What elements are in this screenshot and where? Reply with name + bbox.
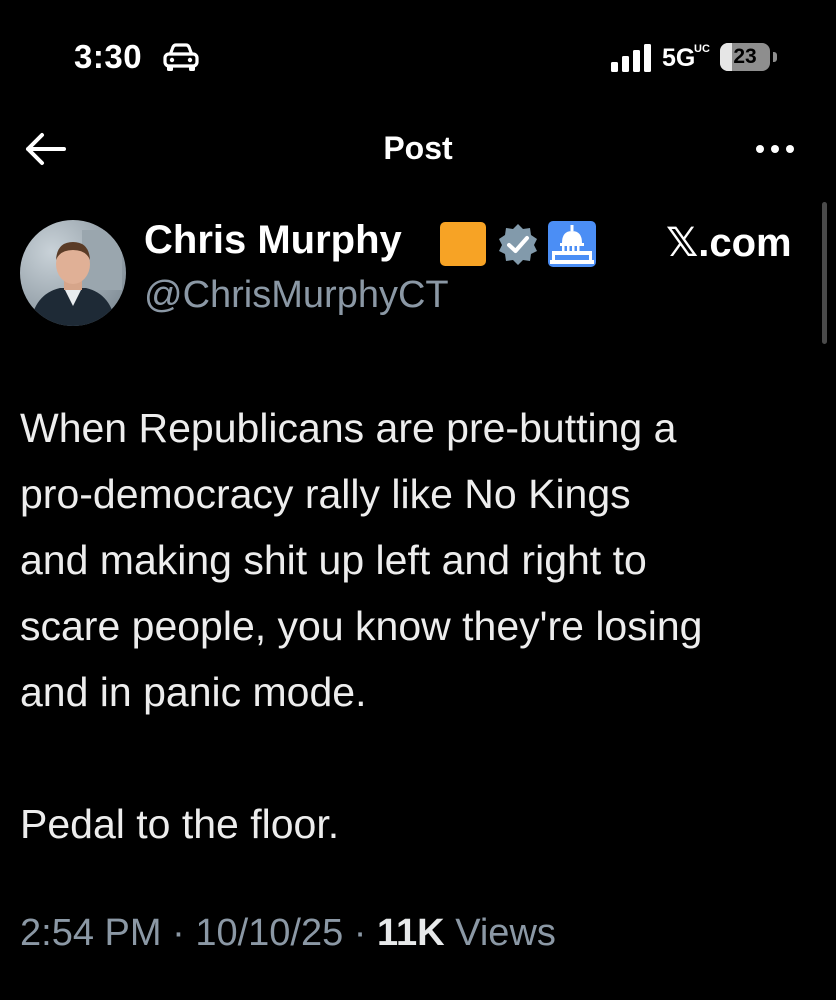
post-text-line: When Republicans are pre-butting a: [20, 405, 677, 451]
post-text-line: pro-democracy rally like No Kings: [20, 471, 631, 517]
capitol-icon: [548, 221, 596, 267]
author-name[interactable]: Chris Murphy: [144, 218, 402, 263]
source-label: 𝕏.com: [666, 221, 792, 265]
post-text-line: and in panic mode.: [20, 669, 367, 715]
battery-indicator: 23: [720, 43, 770, 71]
post-closing-line: Pedal to the floor.: [20, 801, 340, 847]
post-date: 10/10/25: [195, 912, 344, 954]
views-label: Views: [455, 912, 556, 954]
signal-icon: [611, 44, 651, 72]
page-title: Post: [383, 130, 453, 166]
meta-separator: ·: [353, 912, 367, 954]
avatar[interactable]: [20, 220, 126, 326]
more-icon[interactable]: [750, 132, 800, 166]
post-text-line: scare people, you know they're losing: [20, 603, 703, 649]
author-handle[interactable]: @ChrisMurphyCT: [144, 274, 449, 317]
status-time: 3:30: [74, 38, 143, 75]
status-bar: 3:30 5G UC 23: [0, 0, 836, 110]
network-uc-label: UC: [694, 43, 710, 55]
post-text: When Republicans are pre-butting a pro-d…: [20, 395, 820, 857]
scrollbar[interactable]: [822, 202, 827, 344]
meta-separator: ·: [172, 912, 185, 954]
battery-percent: 23: [733, 45, 757, 68]
post-header: Post: [0, 110, 836, 190]
post-text-line: and making shit up left and right to: [20, 537, 647, 583]
post-meta: 2:54 PM · 10/10/25 · 11K Views: [20, 912, 556, 955]
verified-icon[interactable]: [496, 222, 540, 266]
post-time: 2:54 PM: [20, 912, 162, 954]
network-label: 5G: [662, 44, 696, 72]
car-icon: [163, 43, 199, 71]
views-count[interactable]: 11K: [377, 912, 445, 954]
orange-square-badge: [440, 222, 486, 266]
battery-tip: [773, 52, 777, 62]
